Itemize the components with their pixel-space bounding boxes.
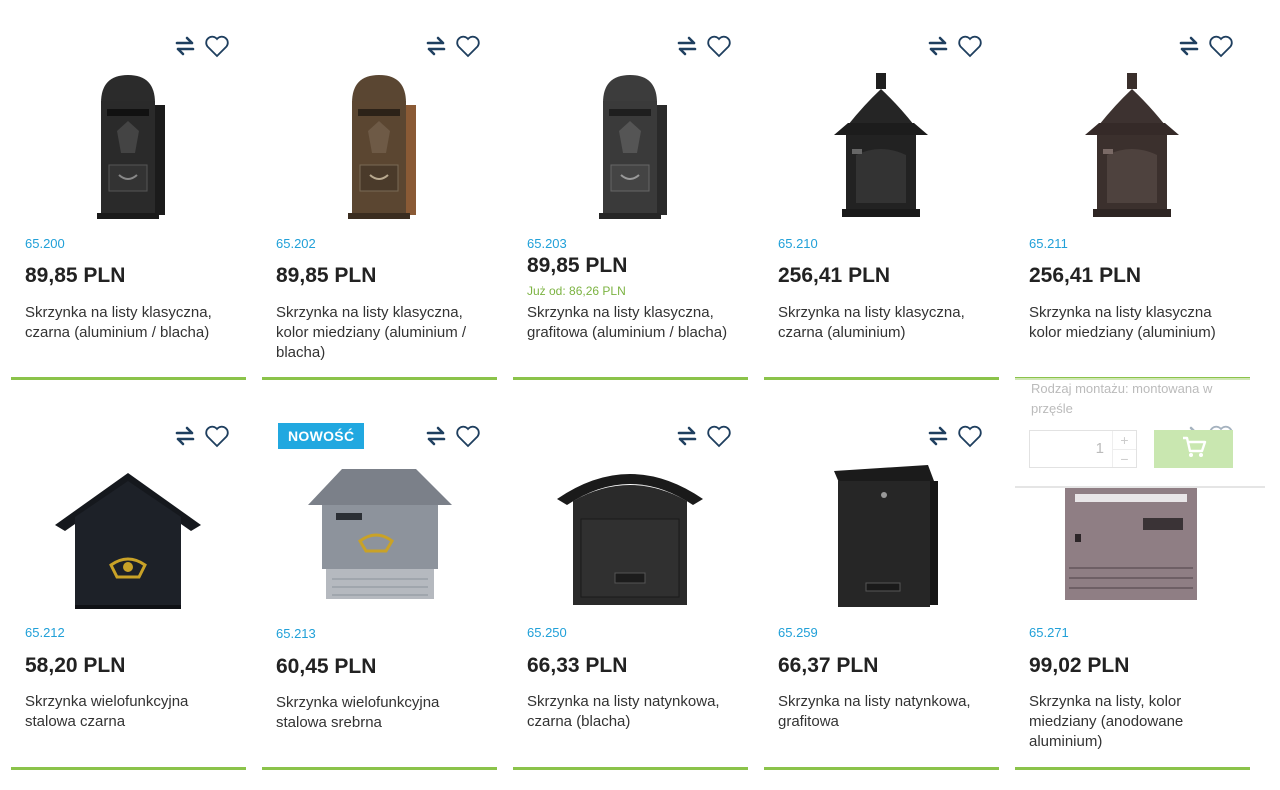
card-divider	[11, 767, 246, 770]
heart-outline-icon[interactable]	[455, 423, 481, 449]
heart-outline-icon[interactable]	[204, 33, 230, 59]
product-card[interactable]: 65.212 58,20 PLN Skrzynka wielofunkcyjna…	[11, 390, 246, 770]
product-card[interactable]: 65.211 256,41 PLN Skrzynka na listy klas…	[1015, 0, 1250, 380]
price-from: Już od: 86,26 PLN	[527, 284, 626, 298]
product-card[interactable]: 65.210 256,41 PLN Skrzynka na listy klas…	[764, 0, 999, 380]
add-to-cart-button[interactable]	[1154, 430, 1233, 468]
card-divider	[262, 767, 497, 770]
product-price: 58,20 PLN	[25, 654, 126, 677]
product-name[interactable]: Skrzynka na listy klasyczna kolor miedzi…	[1029, 303, 1244, 343]
card-divider	[764, 767, 999, 770]
card-divider	[513, 767, 748, 770]
product-image[interactable]	[292, 65, 467, 225]
product-price: 256,41 PLN	[778, 264, 891, 287]
product-image[interactable]	[292, 455, 467, 615]
quantity-input[interactable]: 1	[1030, 431, 1112, 467]
heart-outline-icon[interactable]	[706, 423, 732, 449]
product-price: 66,33 PLN	[527, 654, 628, 677]
product-code[interactable]: 65.210	[778, 236, 818, 251]
panel-divider	[1015, 486, 1265, 488]
heart-outline-icon[interactable]	[455, 33, 481, 59]
product-price: 89,85 PLN	[276, 264, 377, 287]
heart-outline-icon[interactable]	[1208, 33, 1234, 59]
product-code[interactable]: 65.213	[276, 626, 316, 641]
product-name[interactable]: Skrzynka na listy klasyczna, grafitowa (…	[527, 303, 742, 343]
heart-outline-icon[interactable]	[957, 423, 983, 449]
heart-outline-icon[interactable]	[204, 423, 230, 449]
product-price: 89,85 PLN	[25, 264, 126, 287]
product-card[interactable]: 65.259 66,37 PLN Skrzynka na listy natyn…	[764, 390, 999, 770]
new-badge: NOWOŚĆ	[278, 423, 365, 449]
card-divider	[11, 377, 246, 380]
product-price: 60,45 PLN	[276, 655, 377, 678]
product-name[interactable]: Skrzynka na listy klasyczna, kolor miedz…	[276, 303, 491, 363]
card-divider	[1015, 767, 1250, 770]
heart-outline-icon[interactable]	[706, 33, 732, 59]
product-name[interactable]: Skrzynka wielofunkcyjna stalowa srebrna	[276, 693, 491, 733]
add-to-cart-panel: Rodzaj montażu: montowana w przęśle 1 + …	[1015, 378, 1265, 488]
product-code[interactable]: 65.271	[1029, 625, 1069, 640]
product-name[interactable]: Skrzynka na listy natynkowa, grafitowa	[778, 692, 993, 732]
product-card[interactable]: 65.202 89,85 PLN Skrzynka na listy klasy…	[262, 0, 497, 380]
card-divider	[513, 377, 748, 380]
product-name[interactable]: Skrzynka na listy, kolor miedziany (anod…	[1029, 692, 1244, 752]
product-image[interactable]	[794, 455, 969, 615]
product-price: 256,41 PLN	[1029, 264, 1142, 287]
product-code[interactable]: 65.200	[25, 236, 65, 251]
compare-arrows-icon[interactable]	[674, 33, 700, 59]
product-card[interactable]: 65.200 89,85 PLN Skrzynka na listy klasy…	[11, 0, 246, 380]
product-code[interactable]: 65.203	[527, 236, 567, 251]
compare-arrows-icon[interactable]	[925, 33, 951, 59]
product-image[interactable]	[543, 65, 718, 225]
card-divider	[262, 377, 497, 380]
product-image[interactable]	[1045, 65, 1220, 225]
product-image[interactable]	[794, 65, 969, 225]
product-name[interactable]: Skrzynka na listy natynkowa, czarna (bla…	[527, 692, 742, 732]
compare-arrows-icon[interactable]	[172, 33, 198, 59]
product-card[interactable]: NOWOŚĆ 65.213 60,45 PLN Skrzynka wielofu…	[262, 390, 497, 770]
product-image[interactable]	[543, 455, 718, 615]
card-divider	[764, 377, 999, 380]
compare-arrows-icon[interactable]	[423, 33, 449, 59]
product-image[interactable]	[41, 455, 216, 615]
product-card[interactable]: 65.203 89,85 PLN Już od: 86,26 PLN Skrzy…	[513, 0, 748, 380]
compare-arrows-icon[interactable]	[172, 423, 198, 449]
quantity-increase-button[interactable]: +	[1113, 431, 1136, 449]
quantity-stepper[interactable]: 1 + −	[1029, 430, 1137, 468]
compare-arrows-icon[interactable]	[1176, 33, 1202, 59]
compare-arrows-icon[interactable]	[674, 423, 700, 449]
product-price: 89,85 PLN	[527, 254, 628, 277]
product-price: 99,02 PLN	[1029, 654, 1130, 677]
product-image[interactable]	[1045, 482, 1220, 642]
product-card[interactable]: 65.250 66,33 PLN Skrzynka na listy natyn…	[513, 390, 748, 770]
product-code[interactable]: 65.250	[527, 625, 567, 640]
product-code[interactable]: 65.212	[25, 625, 65, 640]
product-price: 66,37 PLN	[778, 654, 879, 677]
compare-arrows-icon[interactable]	[925, 423, 951, 449]
mount-type-attribute: Rodzaj montażu: montowana w przęśle	[1031, 381, 1213, 416]
product-image[interactable]	[41, 65, 216, 225]
heart-outline-icon[interactable]	[957, 33, 983, 59]
product-code[interactable]: 65.211	[1029, 236, 1068, 251]
product-code[interactable]: 65.202	[276, 236, 316, 251]
quantity-decrease-button[interactable]: −	[1113, 449, 1136, 468]
product-name[interactable]: Skrzynka na listy klasyczna, czarna (alu…	[25, 303, 240, 343]
product-name[interactable]: Skrzynka na listy klasyczna, czarna (alu…	[778, 303, 993, 343]
product-name[interactable]: Skrzynka wielofunkcyjna stalowa czarna	[25, 692, 240, 732]
cart-icon	[1181, 435, 1207, 464]
compare-arrows-icon[interactable]	[423, 423, 449, 449]
product-code[interactable]: 65.259	[778, 625, 818, 640]
